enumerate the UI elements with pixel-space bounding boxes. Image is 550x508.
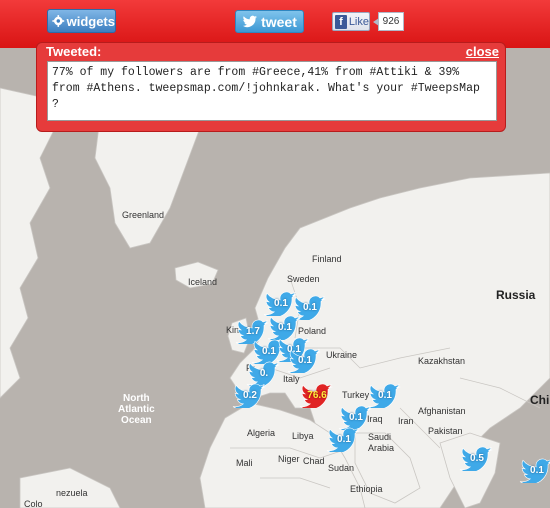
map-marker[interactable]: 0.1 <box>325 426 363 452</box>
label-pakistan: Pakistan <box>428 426 463 436</box>
like-label: Like <box>348 15 369 28</box>
label-finland: Finland <box>312 254 342 264</box>
marker-value: 0.2 <box>243 389 257 401</box>
label-china: Chin <box>530 393 550 407</box>
marker-value: 0.1 <box>337 433 351 445</box>
like-count: 926 <box>373 12 404 31</box>
marker-value: 0.1 <box>298 354 312 366</box>
label-afghanistan: Afghanistan <box>418 406 466 416</box>
label-venezuela: nezuela <box>56 488 88 498</box>
widgets-button[interactable]: widgets <box>47 9 116 33</box>
label-sweden: Sweden <box>287 274 320 284</box>
label-kazakhstan: Kazakhstan <box>418 356 466 366</box>
label-libya: Libya <box>292 431 314 441</box>
facebook-icon: f <box>335 14 347 29</box>
map-marker-hot[interactable]: 76.6 <box>298 382 336 408</box>
label-russia: Russia <box>496 288 536 302</box>
widgets-label: widgets <box>66 13 115 29</box>
tweeted-dialog: Tweeted: close 77% of my followers are f… <box>36 42 506 132</box>
facebook-like-button[interactable]: f Like <box>332 12 370 31</box>
label-ukraine: Ukraine <box>326 350 358 360</box>
twitter-bird-icon <box>242 15 258 28</box>
tweet-textarea[interactable]: 77% of my followers are from #Greece,41%… <box>47 61 497 121</box>
label-iran: Iran <box>398 416 414 426</box>
close-link[interactable]: close <box>466 44 499 59</box>
label-colombia: Colo <box>24 499 43 508</box>
marker-value: 0.1 <box>530 464 544 476</box>
tweet-label: tweet <box>261 13 297 30</box>
label-mali: Mali <box>236 458 253 468</box>
label-iceland: Iceland <box>188 277 218 287</box>
dialog-title: Tweeted: <box>46 44 102 59</box>
map-marker[interactable]: 0.5 <box>458 445 496 471</box>
label-algeria: Algeria <box>247 428 276 438</box>
label-niger: Niger <box>278 454 300 464</box>
label-sudan: Sudan <box>328 463 355 473</box>
map-marker[interactable]: 0.1 <box>286 347 324 373</box>
marker-value: 76.6 <box>307 389 327 401</box>
label-greenland: Greenland <box>122 210 165 220</box>
tweet-button[interactable]: tweet <box>235 10 304 33</box>
label-saudi-arabia: Saudi Arabia <box>368 432 395 453</box>
label-ethiopia: Ethiopia <box>350 484 383 494</box>
label-north-atlantic-ocean: North Atlantic Ocean <box>118 393 155 426</box>
gear-icon <box>52 15 65 27</box>
map-marker[interactable]: 0.2 <box>231 382 269 408</box>
top-toolbar: widgets tweet f Like 926 <box>0 0 550 48</box>
map-marker[interactable]: 0.1 <box>518 457 550 483</box>
marker-value: 0.5 <box>470 452 484 464</box>
label-chad: Chad <box>303 456 325 466</box>
